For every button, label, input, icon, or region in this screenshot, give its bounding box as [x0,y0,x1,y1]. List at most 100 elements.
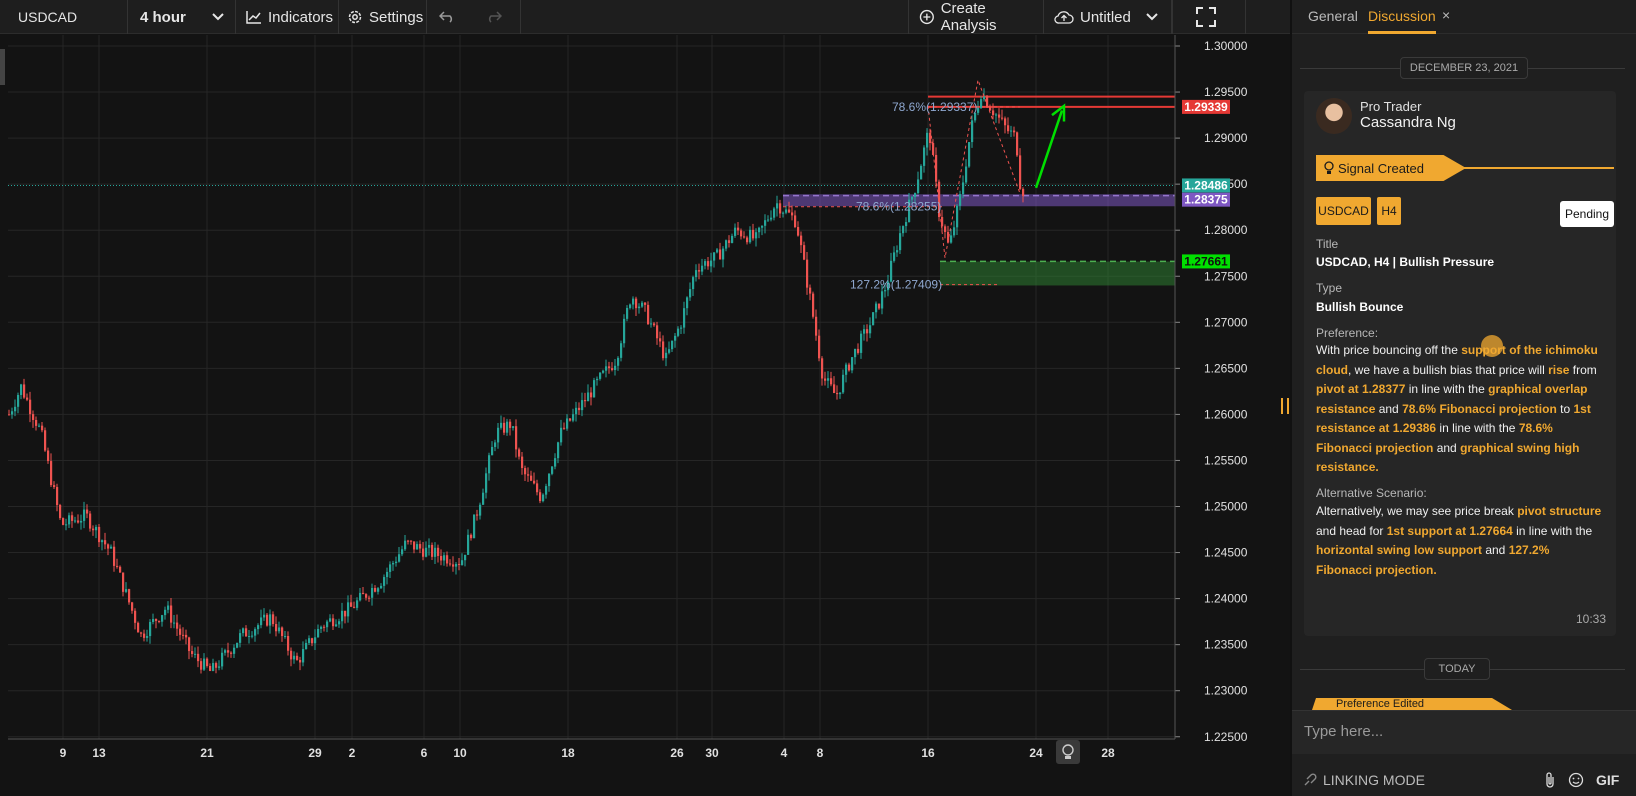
up-candle [695,270,698,278]
x-tick-label: 2 [349,746,356,760]
panel-resize-handle[interactable] [1281,398,1289,414]
up-candle [689,289,692,298]
down-candle [410,540,413,542]
up-candle [254,629,257,636]
down-candle [539,492,542,502]
up-candle [455,563,458,567]
up-candle [14,406,17,412]
linking-mode-label[interactable]: LINKING MODE [1323,772,1425,788]
down-candle [728,240,731,243]
up-candle [38,425,41,427]
ideas-button[interactable] [1056,740,1080,764]
up-candle [827,378,830,381]
down-candle [92,528,95,531]
down-candle [71,515,74,521]
paperclip-icon[interactable] [1544,772,1556,788]
y-tick-label: 1.28000 [1204,223,1248,237]
down-candle [41,425,44,431]
up-candle [593,380,596,398]
indicators-button[interactable]: Indicators [236,0,339,34]
down-candle [332,618,335,627]
layout-selector[interactable]: Untitled [1044,0,1172,34]
y-tick-label: 1.24500 [1204,546,1248,560]
down-candle [197,653,200,662]
create-analysis-button[interactable]: Create Analysis [908,0,1044,34]
down-candle [50,461,53,486]
up-candle [341,610,344,622]
up-candle [686,297,689,309]
plain-text: Alternatively, we may see price break [1316,504,1518,518]
fullscreen-button[interactable] [1172,0,1246,34]
gif-button[interactable]: GIF [1596,772,1619,788]
author-role: Pro Trader [1360,99,1422,114]
plain-text: in line with the [1405,382,1489,396]
x-tick-label: 29 [308,746,322,760]
symbol-tag[interactable]: USDCAD [1316,197,1371,225]
up-candle [239,633,242,643]
price-chart[interactable]: 78.6%(1.29337) 78.6%(1.28255) 127.2%(1.274… [0,35,1290,796]
up-candle [551,466,554,474]
plain-text: and head for [1316,523,1387,538]
down-candle [818,335,821,359]
up-candle [149,621,152,637]
down-candle [752,229,755,239]
plain-text: and [1482,543,1509,557]
x-tick-label: 16 [921,746,935,760]
up-candle [248,636,251,638]
up-candle [467,534,470,555]
title-value: USDCAD, H4 | Bullish Pressure [1316,255,1495,269]
up-candle [641,302,644,307]
up-candle [845,364,848,375]
emoji-icon[interactable] [1568,772,1584,788]
down-candle [32,414,35,420]
up-candle [668,349,671,353]
down-candle [536,483,539,493]
down-candle [719,249,722,260]
type-value: Bullish Bounce [1316,300,1404,314]
price-chart-canvas[interactable]: 78.6%(1.29337) 78.6%(1.28255) 127.2%(1.274… [0,35,1290,796]
down-candle [1022,188,1025,197]
down-candle [155,618,158,621]
up-candle [860,333,863,353]
interval-selector[interactable]: 4 hour [128,0,236,34]
up-candle [602,370,605,373]
down-candle [128,589,131,603]
down-candle [368,597,371,599]
settings-button[interactable]: Settings [339,0,427,34]
down-candle [878,303,881,309]
symbol-selector[interactable]: USDCAD [0,0,128,34]
up-candle [959,194,962,206]
down-candle [215,663,218,668]
highlight-text: 78.6% Fibonacci projection [1402,401,1557,416]
down-candle [737,227,740,231]
signal-line [1464,167,1614,169]
link-icon[interactable] [1302,772,1318,788]
down-candle [707,261,710,267]
down-candle [1007,125,1010,132]
down-candle [833,384,836,394]
price-tag-resistance-text: 1.29339 [1184,100,1228,114]
up-candle [581,400,584,411]
down-candle [170,605,173,623]
down-candle [857,348,860,353]
down-candle [608,366,611,369]
up-candle [461,560,464,565]
close-icon[interactable]: × [1442,7,1450,23]
down-candle [77,520,80,523]
signal-card: Pro Trader Cassandra Ng Signal Created U… [1304,91,1616,636]
y-tick-label: 1.29000 [1204,131,1248,145]
down-candle [419,544,422,549]
down-candle [206,658,209,666]
tab-discussion[interactable]: Discussion [1368,8,1436,24]
redo-button[interactable] [473,0,521,34]
create-analysis-label: Create Analysis [940,0,997,34]
left-scroll-handle[interactable] [0,49,5,85]
message-input[interactable]: Type here... [1292,710,1636,754]
x-tick-label: 21 [200,746,214,760]
plain-text: and [1375,401,1403,416]
undo-button[interactable] [427,0,473,34]
up-candle [632,298,635,305]
timeframe-tag[interactable]: H4 [1377,197,1401,225]
gear-icon [348,10,362,24]
tab-general[interactable]: General [1308,8,1358,24]
